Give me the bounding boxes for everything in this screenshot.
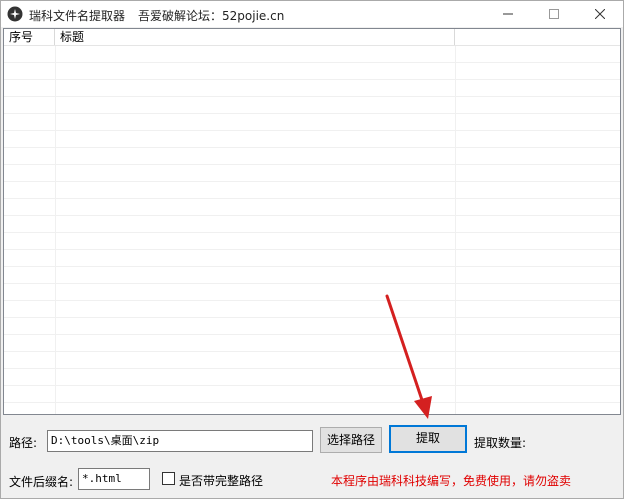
table-row: [4, 165, 620, 182]
column-header-index[interactable]: 序号: [4, 29, 55, 45]
extract-count-label: 提取数量:: [474, 436, 527, 450]
app-window: 瑞科文件名提取器 吾爱破解论坛：52pojie.cn 序号 标题 路径: D:\…: [0, 0, 624, 499]
table-row: [4, 386, 620, 403]
list-header: 序号 标题: [4, 29, 620, 46]
path-input[interactable]: D:\tools\桌面\zip: [47, 430, 313, 452]
app-icon: [7, 6, 23, 22]
table-row: [4, 403, 620, 414]
table-row: [4, 148, 620, 165]
column-divider: [455, 46, 456, 414]
close-icon: [595, 9, 605, 19]
table-row: [4, 352, 620, 369]
table-row: [4, 233, 620, 250]
table-row: [4, 369, 620, 386]
close-button[interactable]: [577, 1, 623, 27]
title-bar[interactable]: 瑞科文件名提取器 吾爱破解论坛：52pojie.cn: [1, 1, 623, 27]
table-row: [4, 80, 620, 97]
table-row: [4, 318, 620, 335]
table-row: [4, 199, 620, 216]
maximize-button[interactable]: [531, 1, 577, 27]
table-row: [4, 131, 620, 148]
list-body: [4, 46, 620, 414]
minimize-button[interactable]: [485, 1, 531, 27]
table-row: [4, 216, 620, 233]
full-path-checkbox-label[interactable]: 是否带完整路径: [179, 472, 263, 489]
table-row: [4, 267, 620, 284]
copyright-notice: 本程序由瑞科科技编写，免费使用，请勿盗卖: [331, 474, 572, 488]
file-list[interactable]: 序号 标题: [3, 28, 621, 415]
table-row: [4, 63, 620, 80]
suffix-label: 文件后缀名:: [9, 475, 74, 489]
table-row: [4, 284, 620, 301]
table-row: [4, 114, 620, 131]
full-path-checkbox[interactable]: [162, 472, 175, 485]
column-divider: [55, 46, 56, 414]
path-label: 路径:: [9, 436, 38, 450]
table-row: [4, 301, 620, 318]
table-row: [4, 46, 620, 63]
suffix-input[interactable]: *.html: [78, 468, 150, 490]
maximize-icon: [549, 9, 559, 19]
table-row: [4, 335, 620, 352]
window-title-extra: 吾爱破解论坛：52pojie.cn: [138, 9, 285, 23]
table-row: [4, 250, 620, 267]
select-path-button[interactable]: 选择路径: [320, 427, 382, 453]
table-row: [4, 97, 620, 114]
window-title: 瑞科文件名提取器: [29, 9, 126, 23]
table-row: [4, 182, 620, 199]
extract-button[interactable]: 提取: [389, 425, 467, 453]
column-header-title[interactable]: 标题: [55, 29, 455, 45]
minimize-icon: [503, 13, 513, 15]
